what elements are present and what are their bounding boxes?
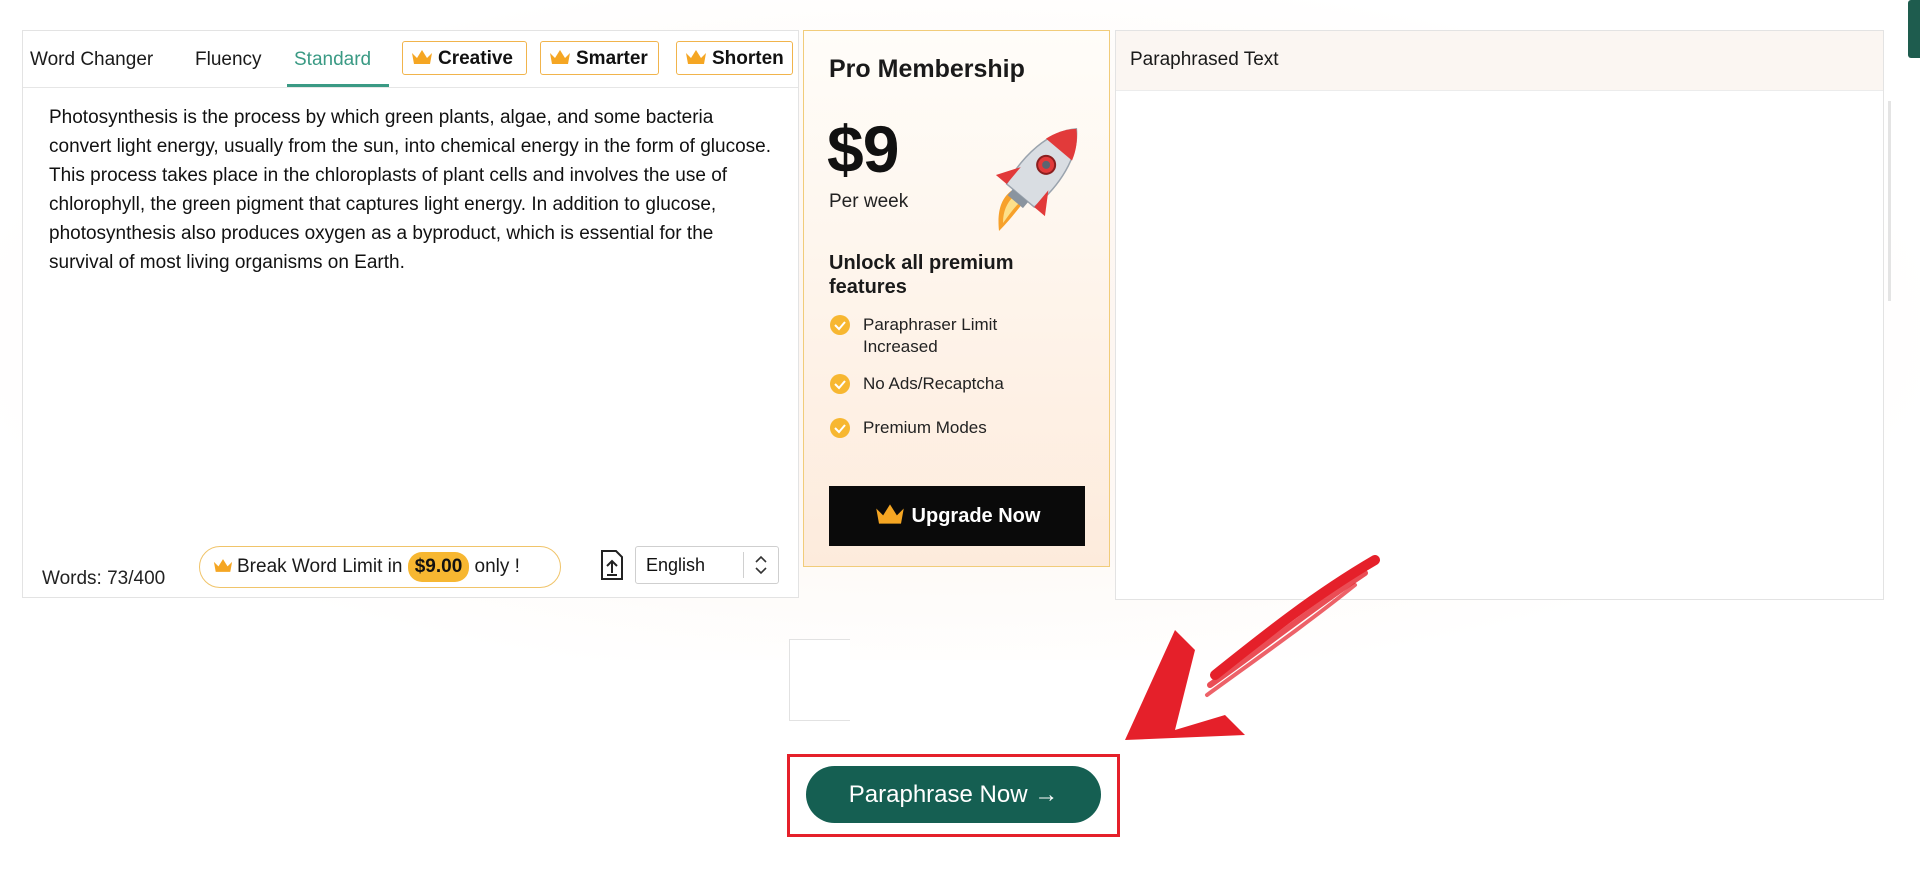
pro-price: $9 — [827, 112, 899, 186]
break-word-limit-button[interactable]: Break Word Limit in $9.00 only ! — [199, 546, 561, 588]
crown-icon — [550, 50, 570, 64]
break-limit-price: $9.00 — [407, 552, 470, 582]
edge-scroll-tab[interactable] — [1908, 0, 1920, 58]
feature-label: Premium Modes — [863, 418, 987, 437]
language-select[interactable]: English — [635, 546, 779, 584]
mode-tabs: Word Changer Fluency Standard Creative S… — [23, 31, 798, 88]
check-circle-icon — [830, 374, 850, 394]
output-header: Paraphrased Text — [1116, 31, 1883, 91]
input-textarea[interactable]: Photosynthesis is the process by which g… — [49, 103, 771, 277]
pro-period: Per week — [829, 191, 909, 212]
break-limit-suffix: only ! — [474, 556, 520, 577]
active-tab-indicator — [287, 84, 389, 87]
arrow-annotation-icon — [1125, 555, 1380, 740]
feature-item: Paraphraser Limit Increased — [829, 314, 1069, 358]
tab-word-changer[interactable]: Word Changer — [30, 43, 153, 77]
chevron-up-down-icon — [743, 552, 767, 578]
tab-creative[interactable]: Creative — [402, 41, 527, 75]
feature-item: Premium Modes — [829, 417, 1069, 439]
pro-unlock-heading: Unlock all premium features — [829, 252, 1014, 298]
crown-icon — [213, 559, 233, 572]
captcha-placeholder — [789, 639, 850, 721]
word-count: Words: 73/400 — [42, 568, 166, 589]
upgrade-now-label: Upgrade Now — [911, 505, 1041, 527]
feature-item: No Ads/Recaptcha — [829, 373, 1069, 395]
language-select-value: English — [646, 555, 706, 575]
crown-icon — [412, 50, 432, 64]
tab-standard[interactable]: Standard — [294, 43, 371, 77]
tab-creative-label: Creative — [438, 48, 513, 69]
rocket-icon — [995, 128, 1078, 231]
output-title: Paraphrased Text — [1130, 49, 1279, 70]
crown-icon — [875, 504, 904, 524]
tab-shorten-label: Shorten — [712, 48, 784, 69]
crown-icon — [686, 50, 706, 64]
check-circle-icon — [830, 418, 850, 438]
tab-fluency[interactable]: Fluency — [195, 43, 262, 77]
upload-file-icon[interactable] — [599, 550, 625, 580]
tab-shorten[interactable]: Shorten — [676, 41, 793, 75]
tab-smarter[interactable]: Smarter — [540, 41, 659, 75]
upgrade-now-button[interactable]: Upgrade Now — [829, 486, 1085, 546]
pro-title: Pro Membership — [829, 55, 1025, 83]
pro-membership-card: Pro Membership $9 Per week Unlock all pr… — [803, 30, 1110, 567]
check-circle-icon — [830, 315, 850, 335]
tab-smarter-label: Smarter — [576, 48, 648, 69]
output-scrollbar[interactable] — [1888, 101, 1891, 301]
input-panel: Word Changer Fluency Standard Creative S… — [22, 30, 799, 598]
feature-label: No Ads/Recaptcha — [863, 374, 1004, 393]
paraphrase-now-button[interactable]: Paraphrase Now → — [806, 766, 1101, 823]
output-panel: Paraphrased Text — [1115, 30, 1891, 600]
break-limit-prefix: Break Word Limit in — [237, 556, 403, 577]
feature-label: Paraphraser Limit Increased — [863, 315, 998, 356]
